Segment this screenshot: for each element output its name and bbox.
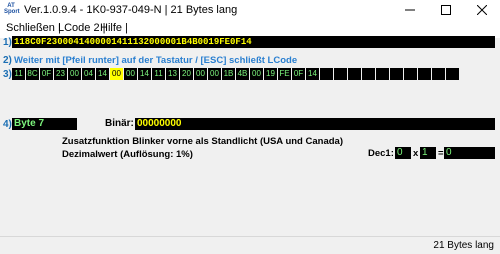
byte-cells: 11 8C 0F 23 00 04 14 00 00 14 11 13 20 00 00 1B 4B 00 19 FE… xyxy=(12,68,459,80)
byte-cell[interactable]: 0F xyxy=(40,68,53,80)
byte-cell[interactable]: 4B xyxy=(236,68,249,80)
decimal-result-field[interactable]: 0 xyxy=(444,147,495,159)
byte-cell[interactable]: 13 xyxy=(166,68,179,80)
status-bar: 21 Bytes lang xyxy=(0,236,500,254)
menu-lcode2[interactable]: LCode 2 | xyxy=(58,22,106,34)
app-icon-text-bottom: Sport xyxy=(4,9,20,15)
byte-cell[interactable] xyxy=(334,68,347,80)
binary-label: Binär: xyxy=(105,118,134,129)
maximize-icon xyxy=(441,5,451,15)
row-number-2: 2) xyxy=(3,55,12,66)
decimal-label: Dec1: xyxy=(368,148,394,159)
minimize-icon xyxy=(405,9,415,11)
binary-field[interactable]: 00000000 xyxy=(135,118,495,130)
byte-cell[interactable]: 14 xyxy=(306,68,319,80)
byte-cell[interactable]: 11 xyxy=(12,68,25,80)
close-icon xyxy=(477,5,487,15)
byte-cell[interactable]: FE xyxy=(278,68,291,80)
row-number-1: 1) xyxy=(3,37,12,48)
byte-cell[interactable]: 00 xyxy=(250,68,263,80)
byte-cell[interactable]: 00 xyxy=(194,68,207,80)
hex-string-field[interactable]: 118C0F2300041400001411132000001B4B0019FE… xyxy=(12,36,495,48)
byte-cell[interactable] xyxy=(446,68,459,80)
times-symbol: x xyxy=(413,148,419,159)
byte-cell[interactable] xyxy=(376,68,389,80)
byte-cell[interactable] xyxy=(404,68,417,80)
row-number-4: 4) xyxy=(3,119,12,130)
description-line-1: Zusatzfunktion Blinker vorne als Standli… xyxy=(62,136,343,147)
byte-cell[interactable]: 23 xyxy=(54,68,67,80)
byte-cell[interactable]: 00 xyxy=(68,68,81,80)
byte-cell[interactable] xyxy=(362,68,375,80)
byte-cell[interactable]: 0F xyxy=(292,68,305,80)
byte-indicator: Byte 7 xyxy=(12,118,77,130)
byte-cell[interactable]: 00 xyxy=(124,68,137,80)
byte-cell[interactable] xyxy=(390,68,403,80)
byte-cell[interactable]: 20 xyxy=(180,68,193,80)
byte-cell[interactable]: 00 xyxy=(208,68,221,80)
app-icon: AT Sport xyxy=(4,3,20,16)
byte-cell[interactable] xyxy=(320,68,333,80)
byte-cell[interactable]: 11 xyxy=(152,68,165,80)
minimize-button[interactable] xyxy=(392,0,428,20)
decimal-value-field[interactable]: 0 xyxy=(395,147,411,159)
equals-symbol: = xyxy=(438,148,444,159)
byte-cell[interactable]: 19 xyxy=(264,68,277,80)
window-title: Ver.1.0.9.4 - 1K0-937-049-N | 21 Bytes l… xyxy=(24,4,238,16)
byte-cell[interactable]: 00 xyxy=(110,68,123,80)
byte-cell[interactable]: 1B xyxy=(222,68,235,80)
byte-cell[interactable] xyxy=(432,68,445,80)
byte-cell[interactable]: 8C xyxy=(26,68,39,80)
decimal-factor-field[interactable]: 1 xyxy=(420,147,436,159)
maximize-button[interactable] xyxy=(428,0,464,20)
hint-text: Weiter mit [Pfeil runter] auf der Tastat… xyxy=(14,55,298,66)
menu-schliessen[interactable]: Schließen | xyxy=(6,22,61,34)
byte-cell[interactable] xyxy=(348,68,361,80)
title-bar: AT Sport Ver.1.0.9.4 - 1K0-937-049-N | 2… xyxy=(0,0,500,20)
status-text: 21 Bytes lang xyxy=(433,240,494,251)
byte-cell[interactable] xyxy=(418,68,431,80)
byte-cell[interactable]: 14 xyxy=(96,68,109,80)
description-line-2: Dezimalwert (Auflösung: 1%) xyxy=(62,149,193,160)
byte-cell[interactable]: 04 xyxy=(82,68,95,80)
close-button[interactable] xyxy=(464,0,500,20)
row-number-3: 3) xyxy=(3,69,12,80)
menu-hilfe[interactable]: Hilfe | xyxy=(100,22,128,34)
byte-cell[interactable]: 14 xyxy=(138,68,151,80)
